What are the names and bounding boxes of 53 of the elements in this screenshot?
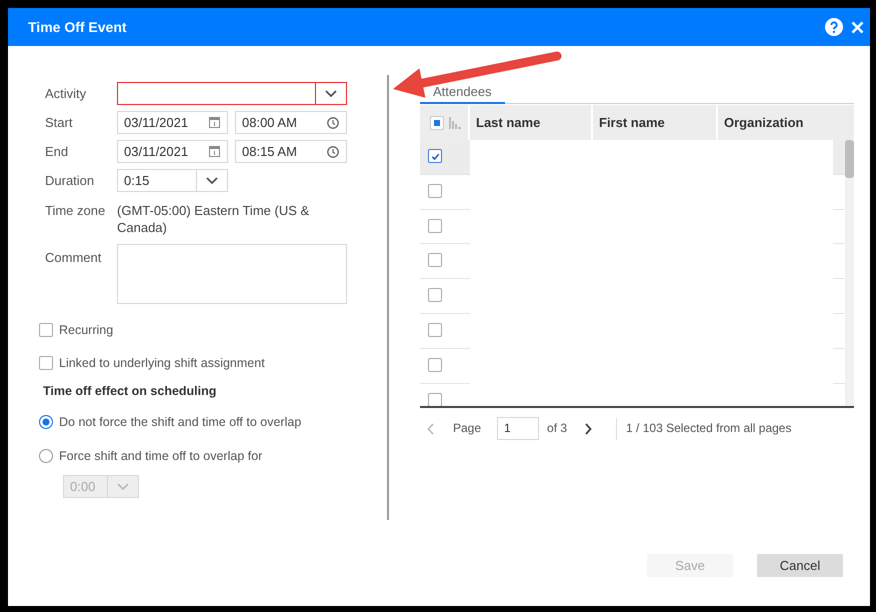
field-label: Comment: [45, 249, 102, 267]
field-label: Duration: [45, 172, 96, 188]
time-field[interactable]: 08:15 AM: [235, 140, 347, 163]
close-icon: [851, 20, 864, 34]
date-field[interactable]: 03/11/2021: [117, 111, 228, 134]
window-title: Time Off Event: [28, 18, 128, 36]
field-label: Activity: [45, 86, 88, 102]
row-checkbox[interactable]: [428, 392, 442, 406]
check-icon: [430, 152, 440, 160]
scrollbar[interactable]: [845, 140, 854, 406]
radio-button[interactable]: [39, 449, 53, 463]
checkbox[interactable]: [39, 323, 53, 337]
checkbox-label: Recurring: [59, 322, 114, 338]
column-header[interactable]: Organization: [718, 105, 854, 140]
row-checkbox[interactable]: [428, 253, 442, 268]
select-all-checkbox[interactable]: [430, 116, 444, 130]
dialog-button[interactable]: Cancel: [757, 554, 843, 577]
calendar-icon: [209, 117, 220, 128]
chevron-down-icon: [117, 483, 129, 490]
row-checkbox[interactable]: [428, 218, 442, 233]
page-input[interactable]: 1: [497, 417, 540, 440]
sort-icon: [449, 116, 461, 128]
row-checkbox[interactable]: [428, 288, 442, 302]
checkbox[interactable]: [39, 356, 53, 370]
section-heading: Time off effect on scheduling: [43, 384, 218, 399]
row-checkbox[interactable]: [428, 358, 442, 372]
field-label: End: [45, 144, 70, 160]
radio-button[interactable]: [39, 415, 53, 429]
radio-label: Force shift and time off to overlap for: [59, 448, 262, 464]
dropdown-field[interactable]: 0:15: [117, 169, 228, 192]
row-checkbox[interactable]: [428, 184, 442, 198]
dropdown-field[interactable]: [117, 82, 347, 105]
chevron-right-icon[interactable]: [585, 422, 592, 434]
comment-field[interactable]: [117, 244, 347, 304]
page-label: Page: [453, 421, 482, 436]
clock-icon: [327, 146, 339, 158]
chevron-down-icon: [206, 177, 218, 184]
calendar-icon: [209, 146, 220, 157]
time-field[interactable]: 08:00 AM: [235, 111, 347, 134]
clock-icon: [327, 116, 339, 128]
scrollbar-thumb[interactable]: [845, 140, 854, 178]
help-icon: [825, 18, 843, 36]
chevron-down-icon: [325, 90, 337, 97]
timezone-value: (GMT-05:00) Eastern Time (US & Canada): [117, 202, 310, 236]
row-checkbox[interactable]: [428, 322, 442, 337]
radio-label: Do not force the shift and time off to overlap: [59, 414, 302, 430]
checkbox-label: Linked to underlying shift assignment: [59, 356, 265, 370]
row-checkbox[interactable]: [428, 149, 442, 163]
field-label: Time zone: [45, 202, 106, 220]
page-count: of 3: [547, 421, 568, 436]
date-field[interactable]: 03/11/2021: [117, 140, 228, 163]
selection-status: 1 / 103 Selected from all pages: [626, 421, 792, 436]
field-label: Start: [45, 114, 74, 130]
